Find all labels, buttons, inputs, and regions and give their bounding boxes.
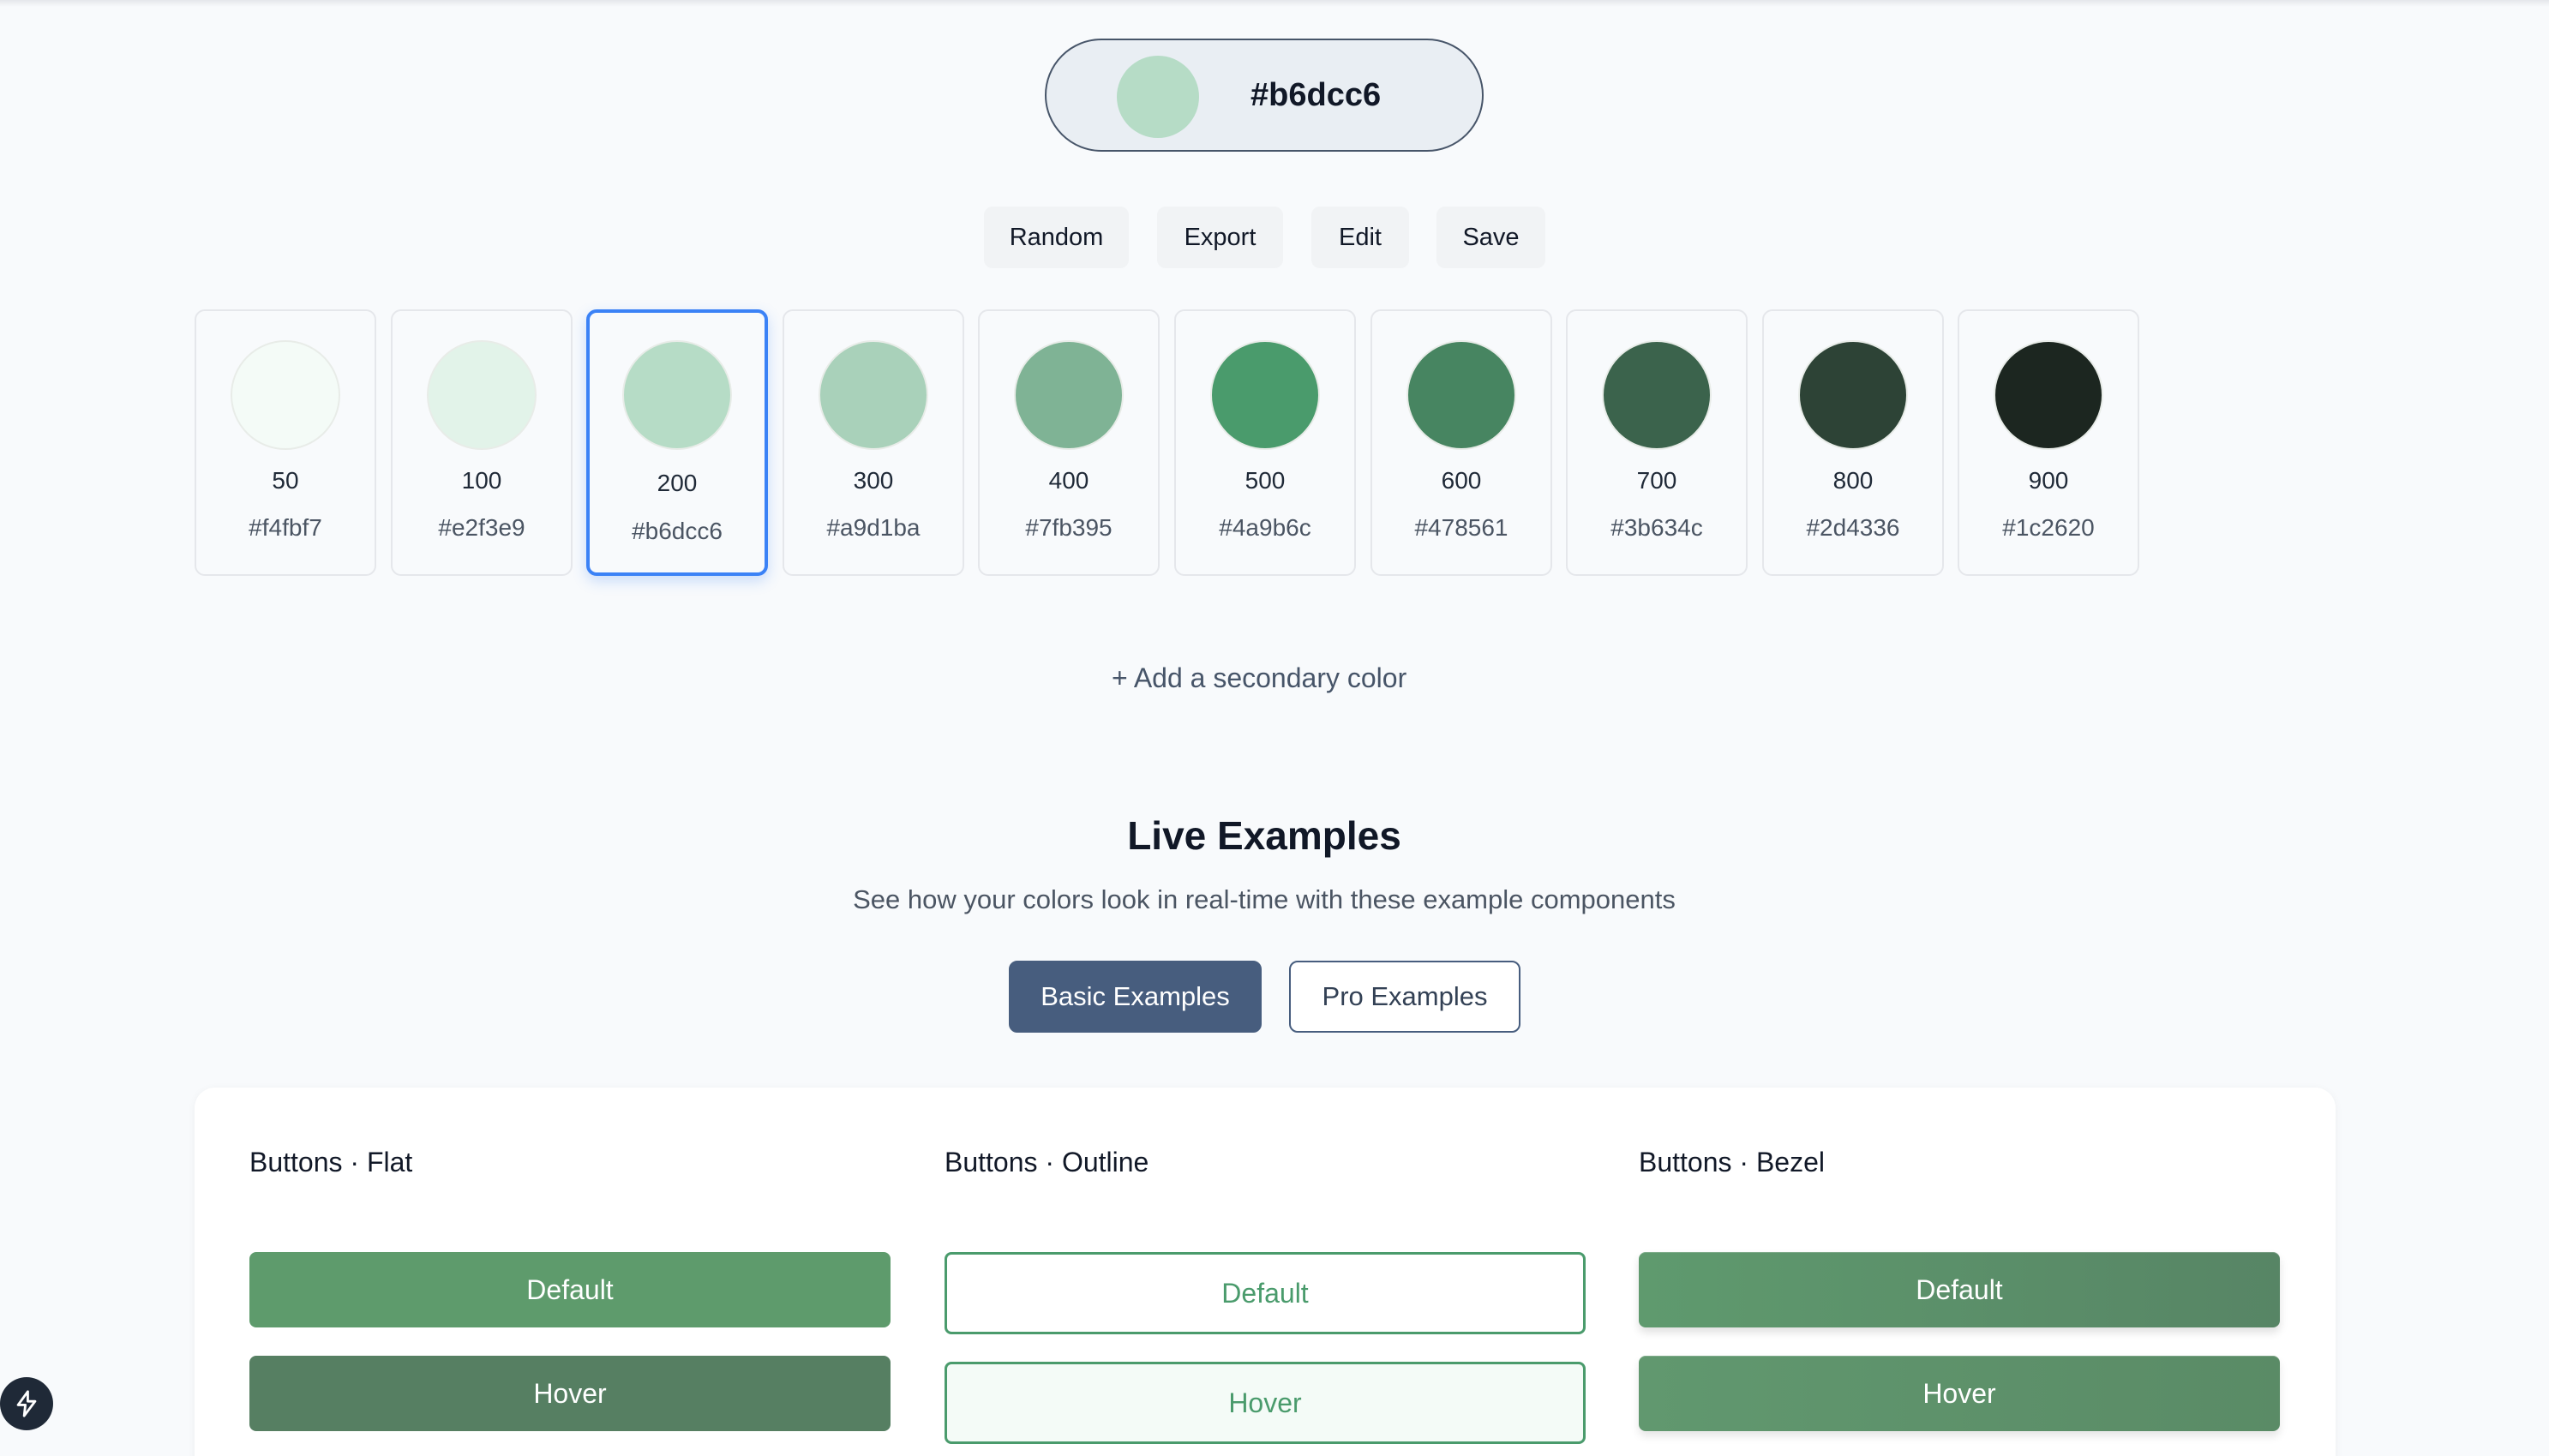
bezel-hover-button[interactable]: Hover — [1639, 1356, 2280, 1431]
shade-swatch — [622, 340, 732, 450]
shade-card-700[interactable]: 700 #3b634c — [1566, 309, 1748, 576]
shade-hex: #e2f3e9 — [438, 514, 525, 541]
shade-level: 900 — [2028, 467, 2069, 494]
shade-swatch — [819, 340, 928, 450]
shade-level: 50 — [272, 467, 299, 494]
shade-card-100[interactable]: 100 #e2f3e9 — [391, 309, 573, 576]
shade-card-500[interactable]: 500 #4a9b6c — [1174, 309, 1356, 576]
shade-level: 300 — [853, 467, 894, 494]
shade-level: 200 — [657, 470, 698, 496]
shade-swatch — [1014, 340, 1124, 450]
flat-default-button[interactable]: Default — [249, 1252, 891, 1327]
shade-swatch — [427, 340, 537, 450]
top-divider — [0, 0, 2549, 7]
shade-hex: #2d4336 — [1806, 514, 1900, 541]
shade-card-400[interactable]: 400 #7fb395 — [978, 309, 1160, 576]
live-examples-subtitle: See how your colors look in real-time wi… — [853, 884, 1676, 914]
outline-buttons-title: Buttons · Outline — [945, 1147, 1149, 1177]
shade-swatch — [1798, 340, 1908, 450]
shade-card-600[interactable]: 600 #478561 — [1370, 309, 1552, 576]
shade-card-50[interactable]: 50 #f4fbf7 — [195, 309, 376, 576]
color-hex-value[interactable]: #b6dcc6 — [1251, 40, 1381, 150]
bolt-glyph — [16, 1390, 37, 1417]
bolt-icon[interactable] — [0, 1377, 53, 1430]
edit-button[interactable]: Edit — [1311, 207, 1409, 268]
palette-generator-page: #b6dcc6 Random Export Edit Save 50 #f4fbf… — [0, 0, 2549, 1456]
shade-card-300[interactable]: 300 #a9d1ba — [783, 309, 964, 576]
shade-card-800[interactable]: 800 #2d4336 — [1762, 309, 1944, 576]
shade-hex: #1c2620 — [2002, 514, 2095, 541]
shade-swatch — [1602, 340, 1712, 450]
shade-hex: #b6dcc6 — [632, 518, 723, 544]
shade-card-200[interactable]: 200 #b6dcc6 — [586, 309, 768, 576]
save-button[interactable]: Save — [1436, 207, 1545, 268]
shade-swatch — [1406, 340, 1516, 450]
add-secondary-color-link[interactable]: + Add a secondary color — [1112, 662, 1406, 694]
flat-hover-button[interactable]: Hover — [249, 1356, 891, 1431]
shade-list: 50 #f4fbf7 100 #e2f3e9 200 #b6dcc6 300 #a9d1ba 4… — [195, 309, 2140, 576]
export-button[interactable]: Export — [1157, 207, 1283, 268]
bezel-default-button[interactable]: Default — [1639, 1252, 2280, 1327]
shade-card-900[interactable]: 900 #1c2620 — [1958, 309, 2139, 576]
shade-hex: #4a9b6c — [1219, 514, 1311, 541]
flat-buttons-title: Buttons · Flat — [249, 1147, 413, 1177]
shade-swatch — [1994, 340, 2103, 450]
shade-level: 700 — [1636, 467, 1677, 494]
shade-swatch — [1210, 340, 1320, 450]
shade-hex: #f4fbf7 — [249, 514, 322, 541]
color-input-pill[interactable]: #b6dcc6 — [1045, 39, 1484, 152]
tab-pro-examples[interactable]: Pro Examples — [1289, 961, 1520, 1033]
shade-level: 400 — [1048, 467, 1089, 494]
random-button[interactable]: Random — [984, 207, 1129, 268]
shade-hex: #7fb395 — [1025, 514, 1113, 541]
color-preview-swatch — [1117, 56, 1199, 138]
shade-hex: #478561 — [1414, 514, 1508, 541]
outline-default-button[interactable]: Default — [945, 1252, 1586, 1334]
shade-swatch — [231, 340, 340, 450]
shade-hex: #a9d1ba — [826, 514, 921, 541]
shade-level: 500 — [1245, 467, 1286, 494]
shade-hex: #3b634c — [1610, 514, 1703, 541]
outline-hover-button[interactable]: Hover — [945, 1362, 1586, 1444]
tab-basic-examples[interactable]: Basic Examples — [1009, 961, 1262, 1033]
live-examples-title: Live Examples — [1127, 813, 1401, 858]
bezel-buttons-title: Buttons · Bezel — [1639, 1147, 1825, 1177]
shade-level: 600 — [1441, 467, 1482, 494]
shade-level: 100 — [461, 467, 502, 494]
shade-level: 800 — [1832, 467, 1874, 494]
